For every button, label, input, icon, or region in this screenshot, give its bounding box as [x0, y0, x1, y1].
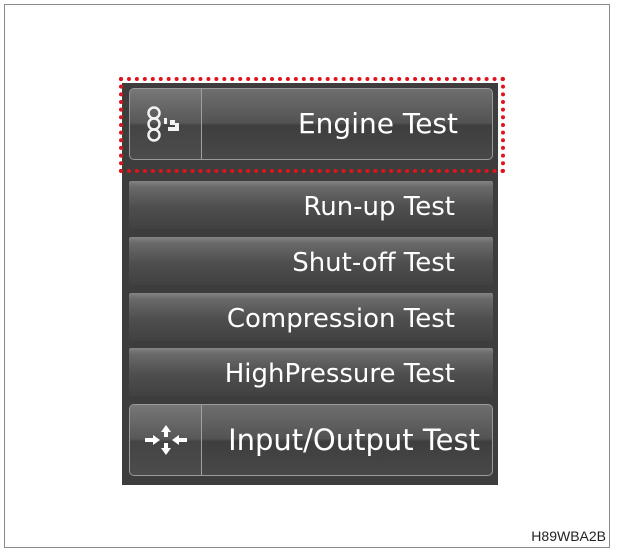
menu-item-compression-test[interactable]: Compression Test	[129, 293, 493, 341]
input-output-test-button[interactable]: Input/Output Test	[129, 404, 493, 476]
menu-item-highpressure-test[interactable]: HighPressure Test	[129, 348, 493, 396]
menu-item-label: HighPressure Test	[224, 359, 455, 389]
menu-item-label: Run-up Test	[303, 192, 455, 222]
figure-code: H89WBA2B	[531, 528, 606, 544]
input-output-test-label: Input/Output Test	[228, 423, 480, 457]
highlight-box	[119, 77, 505, 173]
menu-item-label: Compression Test	[226, 304, 455, 334]
menu-item-shut-off-test[interactable]: Shut-off Test	[129, 237, 493, 285]
menu-item-run-up-test[interactable]: Run-up Test	[129, 181, 493, 229]
menu-item-label: Shut-off Test	[292, 248, 455, 278]
arrows-io-icon	[130, 405, 202, 475]
